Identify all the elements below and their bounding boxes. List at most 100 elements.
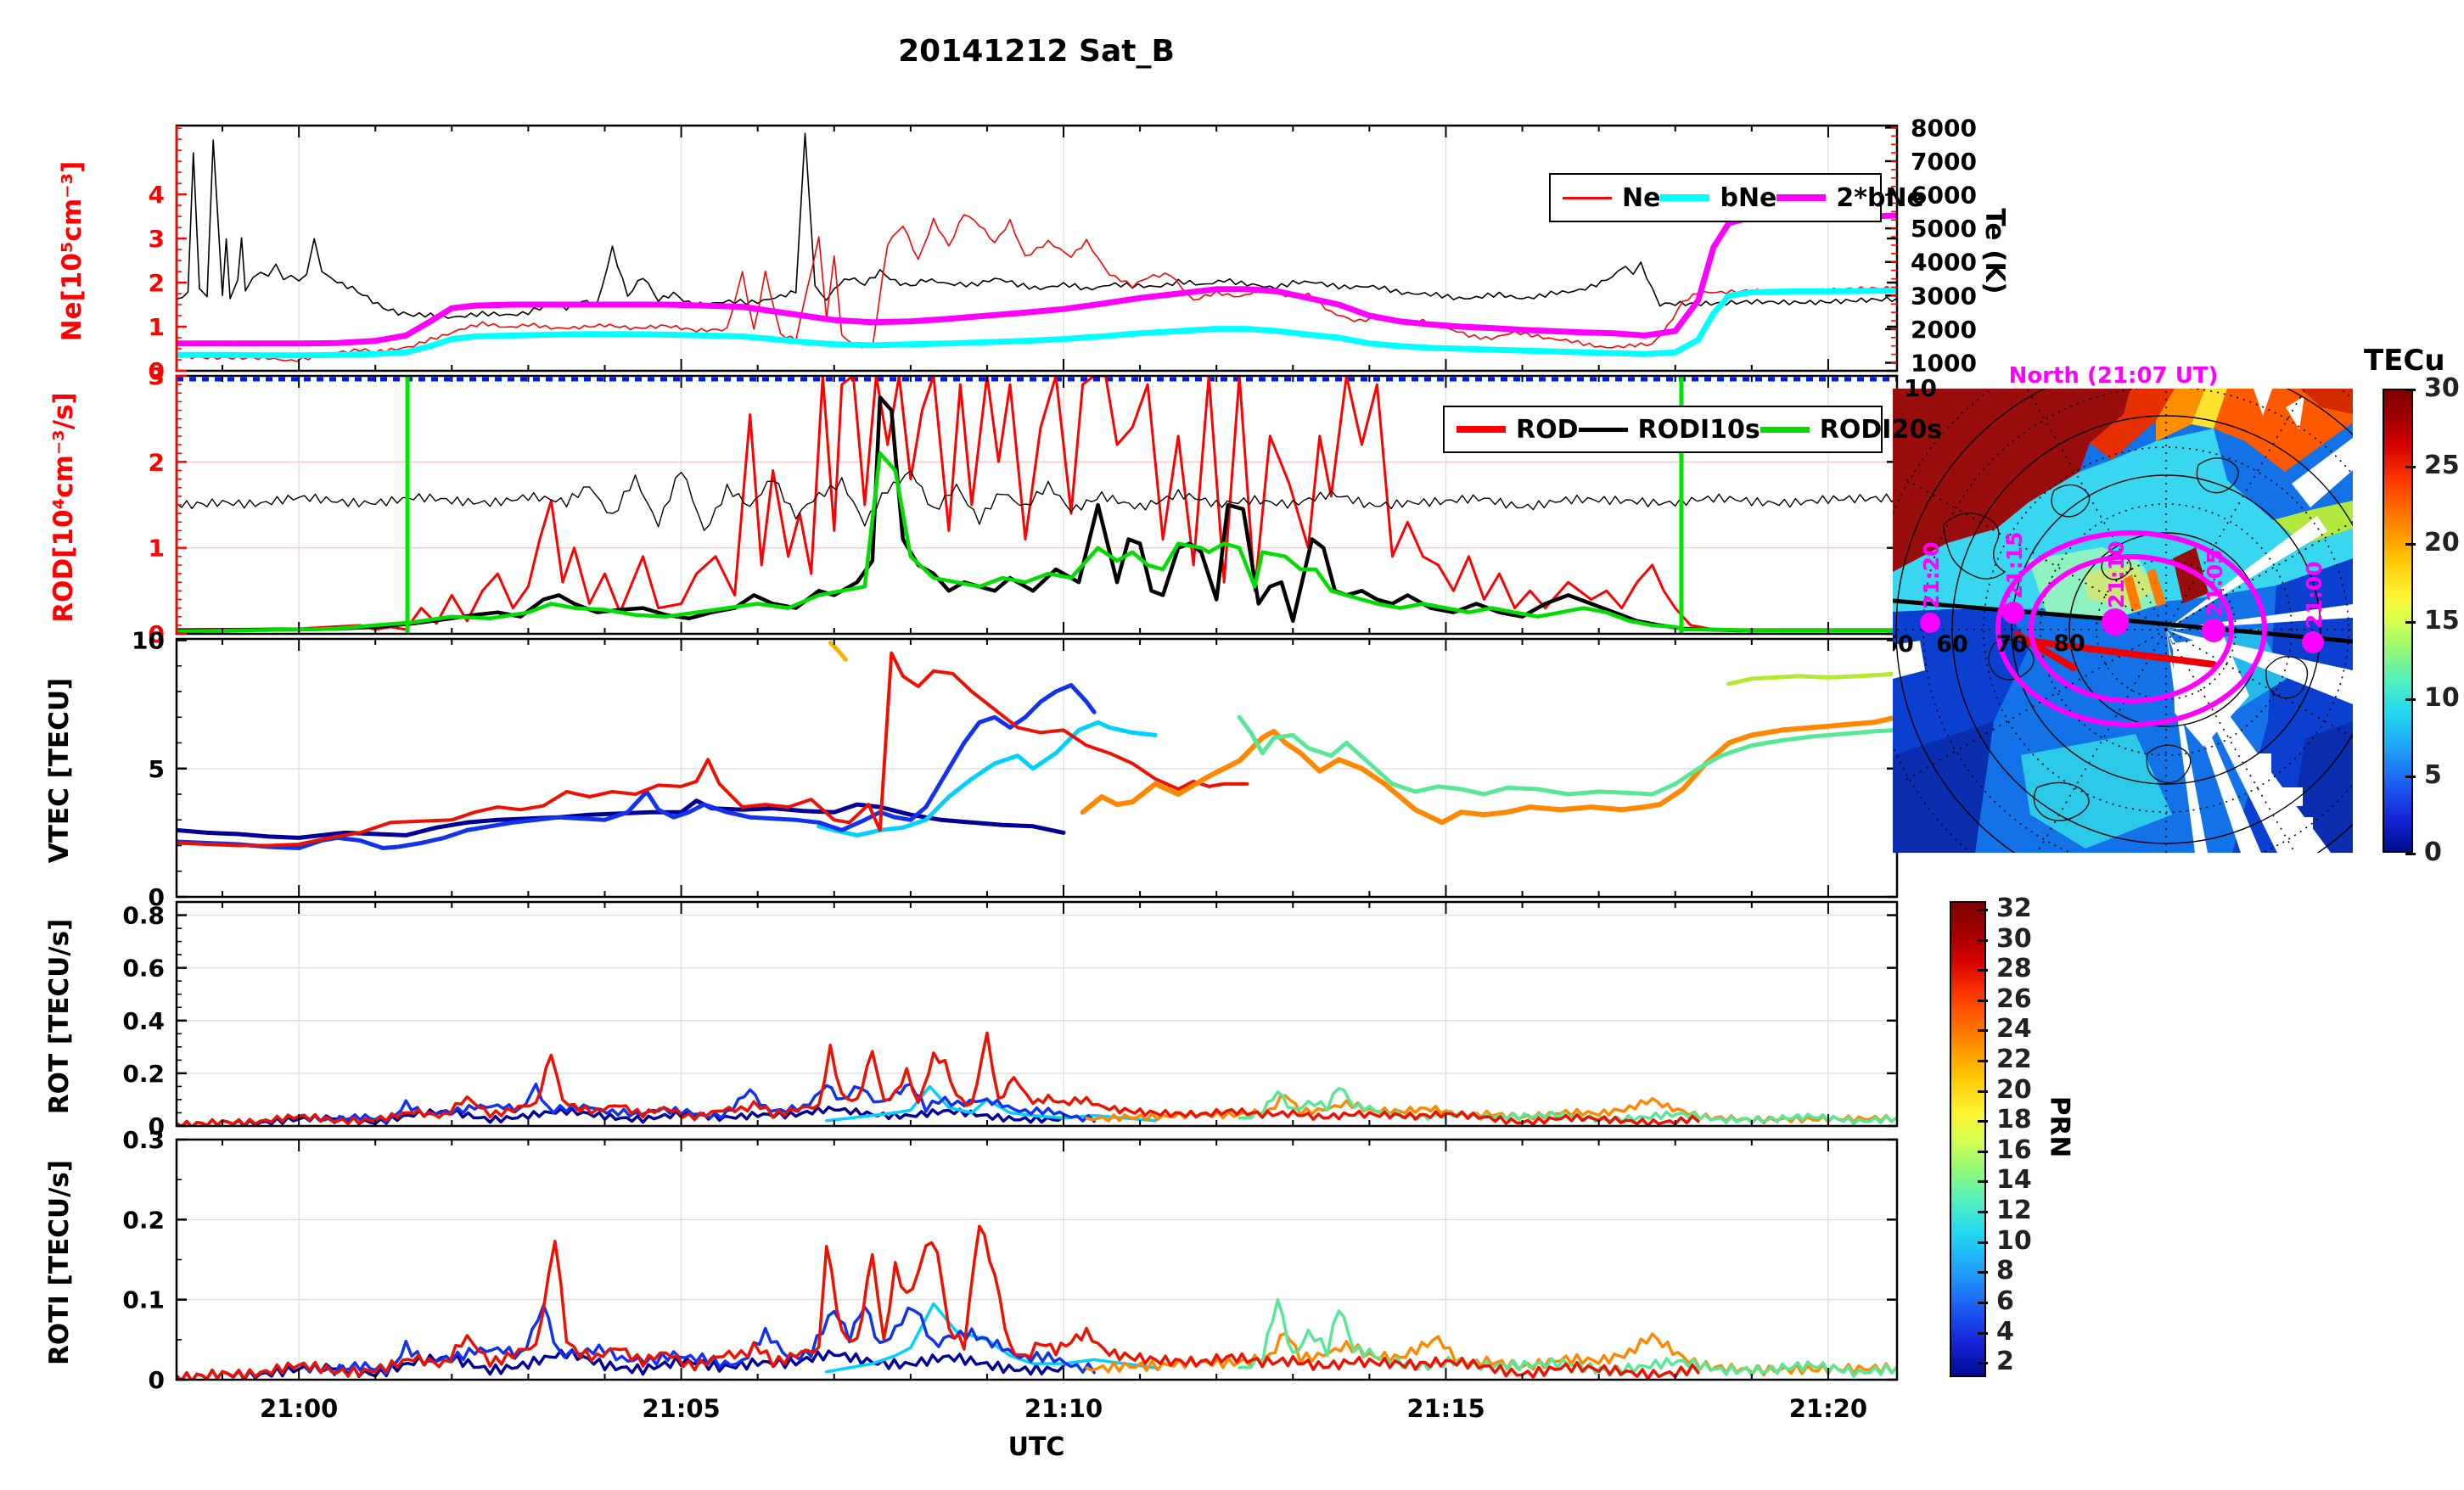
prn-colorbar [1950, 901, 1986, 1377]
legend-label: ROD [1516, 414, 1579, 445]
prn-tick-label: 2 [1996, 1347, 2014, 1377]
colorbar-tick [1978, 999, 1988, 1002]
colorbar-tick [2405, 543, 2416, 546]
page-title: 20141212 Sat_B [898, 34, 1175, 69]
y-tick-label: 0.4 [122, 1007, 165, 1035]
tecu-tick-label: 0 [2424, 837, 2442, 867]
y-tick-label: 2 [149, 269, 165, 297]
prn-tick-label: 4 [1996, 1316, 2014, 1347]
legend-label: RODI20s [1819, 414, 1943, 445]
tecu-tick-label: 30 [2424, 373, 2460, 403]
colorbar-tick [1978, 1120, 1988, 1123]
plot-area-p3 [177, 639, 1897, 897]
colorbar-tick [1978, 1150, 1988, 1153]
colorbar-tick [1978, 1180, 1988, 1184]
track-time-dot [2102, 608, 2129, 636]
prn-tick-label: 8 [1996, 1256, 2014, 1286]
x-tick-label: 21:15 [1406, 1394, 1485, 1423]
series-PRN-orange [1080, 714, 1897, 826]
series-PRN-blue [177, 682, 1097, 850]
series-PRN-ygreen [1726, 671, 1897, 686]
x-tick-label: 21:00 [260, 1394, 338, 1423]
tecu-tick-label: 10 [2424, 682, 2460, 713]
colorbar-tick [2405, 853, 2416, 855]
no-data-cell [2296, 817, 2313, 831]
track-time-dot [1920, 613, 1940, 633]
te-tick-label: 7000 [1911, 148, 1977, 176]
prn-tick-label: 24 [1996, 1014, 2032, 1045]
legend-line-bne [1660, 194, 1710, 201]
ylabel-vtec: VTEC [TECU] [44, 677, 75, 864]
colorbar-tick [1978, 1241, 1988, 1244]
legend-item: 2*bNe [1776, 183, 1924, 213]
tecu-tick-label: 25 [2424, 451, 2460, 481]
colorbar-tick [2405, 620, 2416, 624]
y-tick-label: 3 [149, 225, 165, 253]
track-time-label: 21:05 [2203, 549, 2227, 617]
colorbar-tick [1978, 1211, 1988, 1214]
plot-area-p4 [177, 902, 1897, 1126]
legend-item: RODI20s [1760, 415, 1942, 445]
legend-item: RODI10s [1578, 414, 1760, 445]
y-tick-label: 10 [132, 627, 165, 655]
legend-rod: ROD RODI10s RODI20s [1443, 406, 1942, 453]
y-tick-label: 0.1 [122, 1286, 165, 1314]
track-time-label: 21:20 [1919, 541, 1944, 609]
colorbar-tick [2405, 775, 2416, 778]
ylabel-rot: ROT [TECU/s] [44, 918, 75, 1115]
x-tick-label: 21:10 [1024, 1394, 1103, 1423]
te-tick-label: 3000 [1911, 282, 1977, 310]
latitude-label: 70 [1995, 631, 2028, 658]
y-tick-label: 3 [149, 362, 165, 390]
legend-line-rodi10s [1578, 427, 1628, 432]
legend-line-2bne [1776, 194, 1827, 201]
colorbar-tick [2405, 466, 2416, 469]
prn-tick-label: 18 [1996, 1105, 2032, 1135]
series-PRN-orange-hi [828, 641, 848, 662]
colorbar-tick [1978, 908, 1988, 911]
x-tick-label: 21:20 [1789, 1394, 1867, 1423]
panel-roti: 0 0.1 0.2 0.3 21:00 21:05 21:10 21:15 21:20 [122, 1126, 1899, 1423]
axes-box [175, 900, 1899, 1128]
series-PRN-navy [177, 1348, 1065, 1380]
y-tick-label: 5 [149, 755, 165, 783]
colorbar-tick [1978, 1331, 1988, 1335]
legend-line-rodi20s [1760, 426, 1810, 433]
rod-right-axis-label: 10 [1904, 374, 1937, 402]
track-time-dot [2302, 631, 2324, 653]
ylabel-ne: Ne[10⁵cm⁻³] [57, 160, 87, 342]
y-tick-label: 0.2 [122, 1060, 165, 1088]
tec-map: 21:20 21:15 21:10 21:05 21:00 50 60 70 80 [1893, 389, 2353, 853]
y-tick-label: 1 [149, 535, 165, 563]
ylabel-rod: ROD[10⁴cm⁻³/s] [48, 392, 79, 623]
colorbar-tick [2405, 697, 2416, 701]
legend-line-rod [1457, 426, 1506, 433]
plot-area-p1 [177, 126, 1897, 371]
colorbar-tick [1978, 938, 1988, 942]
prn-tick-label: 26 [1996, 983, 2032, 1014]
series-Te [177, 132, 1897, 319]
legend-item: ROD [1457, 415, 1579, 445]
legend-label: bNe [1720, 182, 1777, 213]
prn-tick-label: 30 [1996, 923, 2032, 954]
track-time-dot [2002, 602, 2024, 624]
map-title: North (21:07 UT) [2008, 363, 2219, 389]
legend-label: RODI10s [1637, 414, 1760, 445]
latitude-label: 80 [2053, 630, 2085, 657]
colorbar-tick [1978, 1362, 1988, 1365]
te-tick-label: 8000 [1911, 114, 1977, 142]
y-tick-label: 4 [149, 181, 165, 209]
track-time-label: 21:10 [2104, 541, 2129, 608]
prn-tick-label: 16 [1996, 1134, 2032, 1165]
legend-label: 2*bNe [1836, 182, 1924, 213]
x-tick-label: 21:05 [642, 1394, 720, 1423]
series-2*bNe [177, 212, 1897, 347]
ylabel-roti: ROTI [TECU/s] [44, 1159, 75, 1366]
colorbar-tick [2405, 389, 2416, 391]
y-tick-label: 0.8 [122, 902, 165, 930]
track-time-dot [2202, 619, 2225, 642]
tecu-tick-label: 5 [2424, 759, 2442, 790]
legend-ne: Ne bNe 2*bNe [1549, 173, 1924, 222]
tecu-tick-label: 15 [2424, 605, 2460, 636]
legend-item: bNe [1660, 183, 1776, 213]
